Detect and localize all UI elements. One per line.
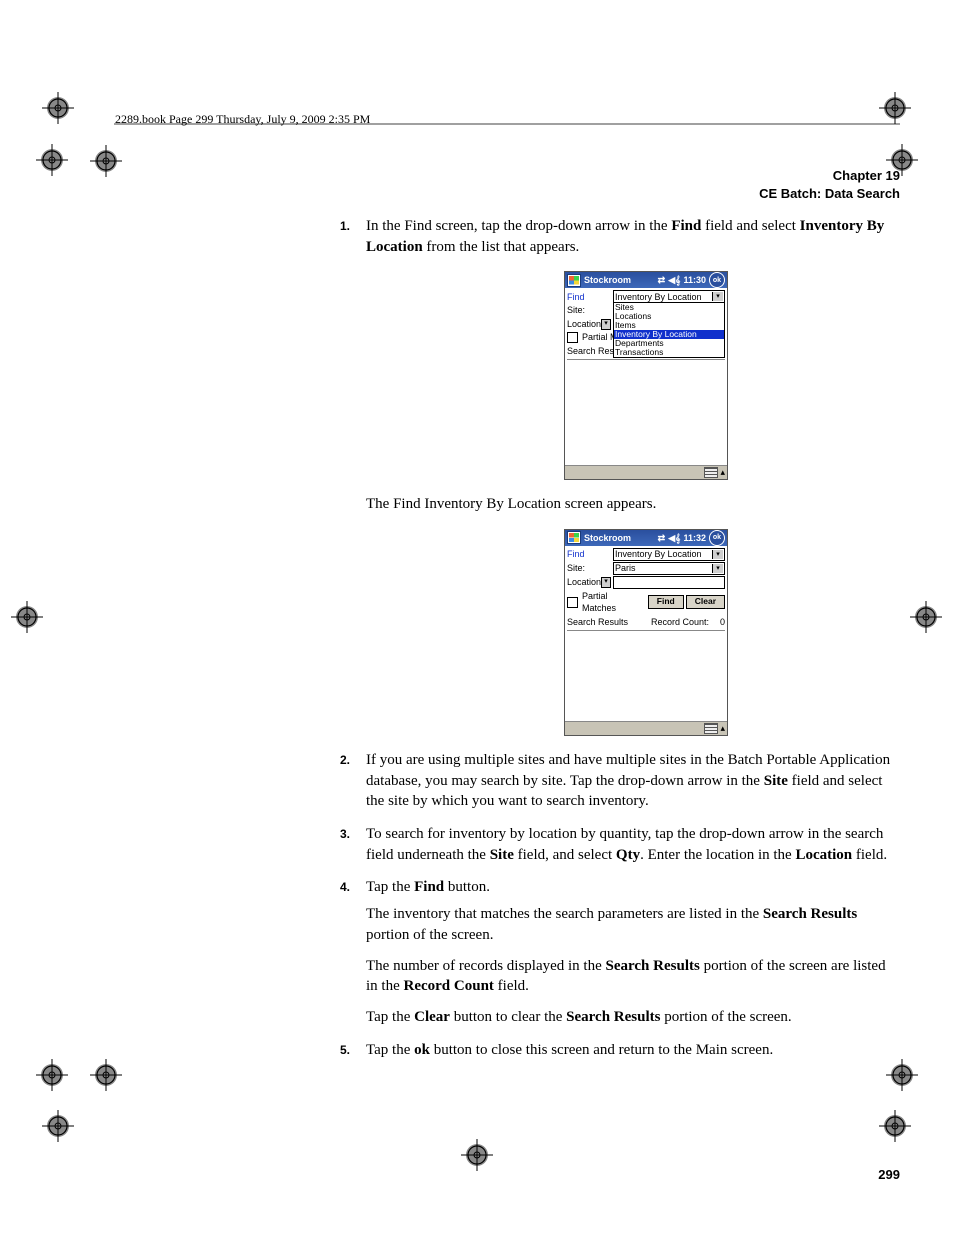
- partial-match-checkbox[interactable]: [567, 332, 578, 343]
- up-arrow-icon[interactable]: ▴: [720, 466, 725, 478]
- pda-screenshot-1: Stockroom ⇄ ◀𝄞 11:30 ok Find Inventory B…: [564, 271, 728, 480]
- pda2-bottombar: ▴: [565, 721, 727, 735]
- pda1-titlebar: Stockroom ⇄ ◀𝄞 11:30 ok: [565, 272, 727, 288]
- volume-icon: ◀𝄞: [668, 532, 680, 544]
- dropdown-arrow-icon[interactable]: ▾: [601, 577, 611, 588]
- keyboard-icon[interactable]: [704, 723, 718, 734]
- keyboard-icon[interactable]: [704, 467, 718, 478]
- pda1-time: 11:30: [683, 274, 706, 286]
- site-label: Site:: [567, 562, 611, 574]
- find-label: Find: [567, 291, 611, 303]
- step-number: 3.: [340, 826, 350, 843]
- partial-matches-label: Partial Matches: [582, 590, 644, 615]
- step-number: 5.: [340, 1042, 350, 1059]
- mid-paragraph: The Find Inventory By Location screen ap…: [366, 494, 900, 515]
- windows-flag-icon: [567, 274, 581, 287]
- results-area: [567, 359, 725, 465]
- step-number: 4.: [340, 879, 350, 896]
- location-label: Location: [567, 576, 601, 588]
- connectivity-icon: ⇄: [658, 532, 666, 544]
- content-column: 1. In the Find screen, tap the drop-down…: [340, 216, 900, 1060]
- dropdown-arrow-icon: ▾: [712, 550, 723, 559]
- page-number: 299: [878, 1167, 900, 1182]
- chapter-number: Chapter 19: [115, 167, 900, 185]
- figure-2: Stockroom ⇄ ◀𝄞 11:32 ok Find Inventory B…: [392, 529, 900, 736]
- step-number: 2.: [340, 752, 350, 769]
- pda1-bottombar: ▴: [565, 465, 727, 479]
- dropdown-arrow-icon[interactable]: ▾: [601, 319, 611, 330]
- record-count-label: Record Count:: [651, 616, 709, 628]
- location-input[interactable]: [613, 576, 725, 589]
- clear-button[interactable]: Clear: [686, 595, 725, 609]
- step-4: 4. Tap the Find button. The inventory th…: [340, 877, 900, 1027]
- pda-screenshot-2: Stockroom ⇄ ◀𝄞 11:32 ok Find Inventory B…: [564, 529, 728, 736]
- partial-matches-checkbox[interactable]: [567, 597, 578, 608]
- step-3: 3. To search for inventory by location b…: [340, 824, 900, 865]
- connectivity-icon: ⇄: [658, 274, 666, 286]
- location-label: Location: [567, 318, 601, 330]
- find-dropdown-list[interactable]: Sites Locations Items Inventory By Locat…: [613, 302, 725, 358]
- pda2-time: 11:32: [683, 532, 706, 544]
- ok-button[interactable]: ok: [709, 530, 725, 546]
- volume-icon: ◀𝄞: [668, 274, 680, 286]
- pda2-title: Stockroom: [584, 532, 655, 544]
- ok-button[interactable]: ok: [709, 272, 725, 288]
- step-number: 1.: [340, 218, 350, 235]
- running-head: 2289.book Page 299 Thursday, July 9, 200…: [115, 112, 900, 127]
- dropdown-arrow-icon: ▾: [712, 564, 723, 573]
- pda2-titlebar: Stockroom ⇄ ◀𝄞 11:32 ok: [565, 530, 727, 546]
- figure-1: Stockroom ⇄ ◀𝄞 11:30 ok Find Inventory B…: [392, 271, 900, 480]
- option-transactions[interactable]: Transactions: [614, 348, 724, 357]
- chapter-title: CE Batch: Data Search: [115, 185, 900, 203]
- dropdown-arrow-icon: ▾: [712, 292, 723, 301]
- windows-flag-icon: [567, 531, 581, 544]
- step-1: 1. In the Find screen, tap the drop-down…: [340, 216, 900, 736]
- find-label: Find: [567, 548, 611, 560]
- up-arrow-icon[interactable]: ▴: [720, 722, 725, 734]
- step-2: 2. If you are using multiple sites and h…: [340, 750, 900, 812]
- chapter-heading: Chapter 19 CE Batch: Data Search: [115, 167, 900, 202]
- results-area: [567, 630, 725, 721]
- site-dropdown[interactable]: Paris ▾: [613, 562, 725, 575]
- site-label: Site:: [567, 304, 611, 316]
- find-button[interactable]: Find: [648, 595, 684, 609]
- find-dropdown[interactable]: Inventory By Location ▾: [613, 548, 725, 561]
- pda1-title: Stockroom: [584, 274, 655, 286]
- step-5: 5. Tap the ok button to close this scree…: [340, 1040, 900, 1061]
- record-count-value: 0: [711, 616, 725, 628]
- search-results-label: Search Results: [567, 616, 628, 628]
